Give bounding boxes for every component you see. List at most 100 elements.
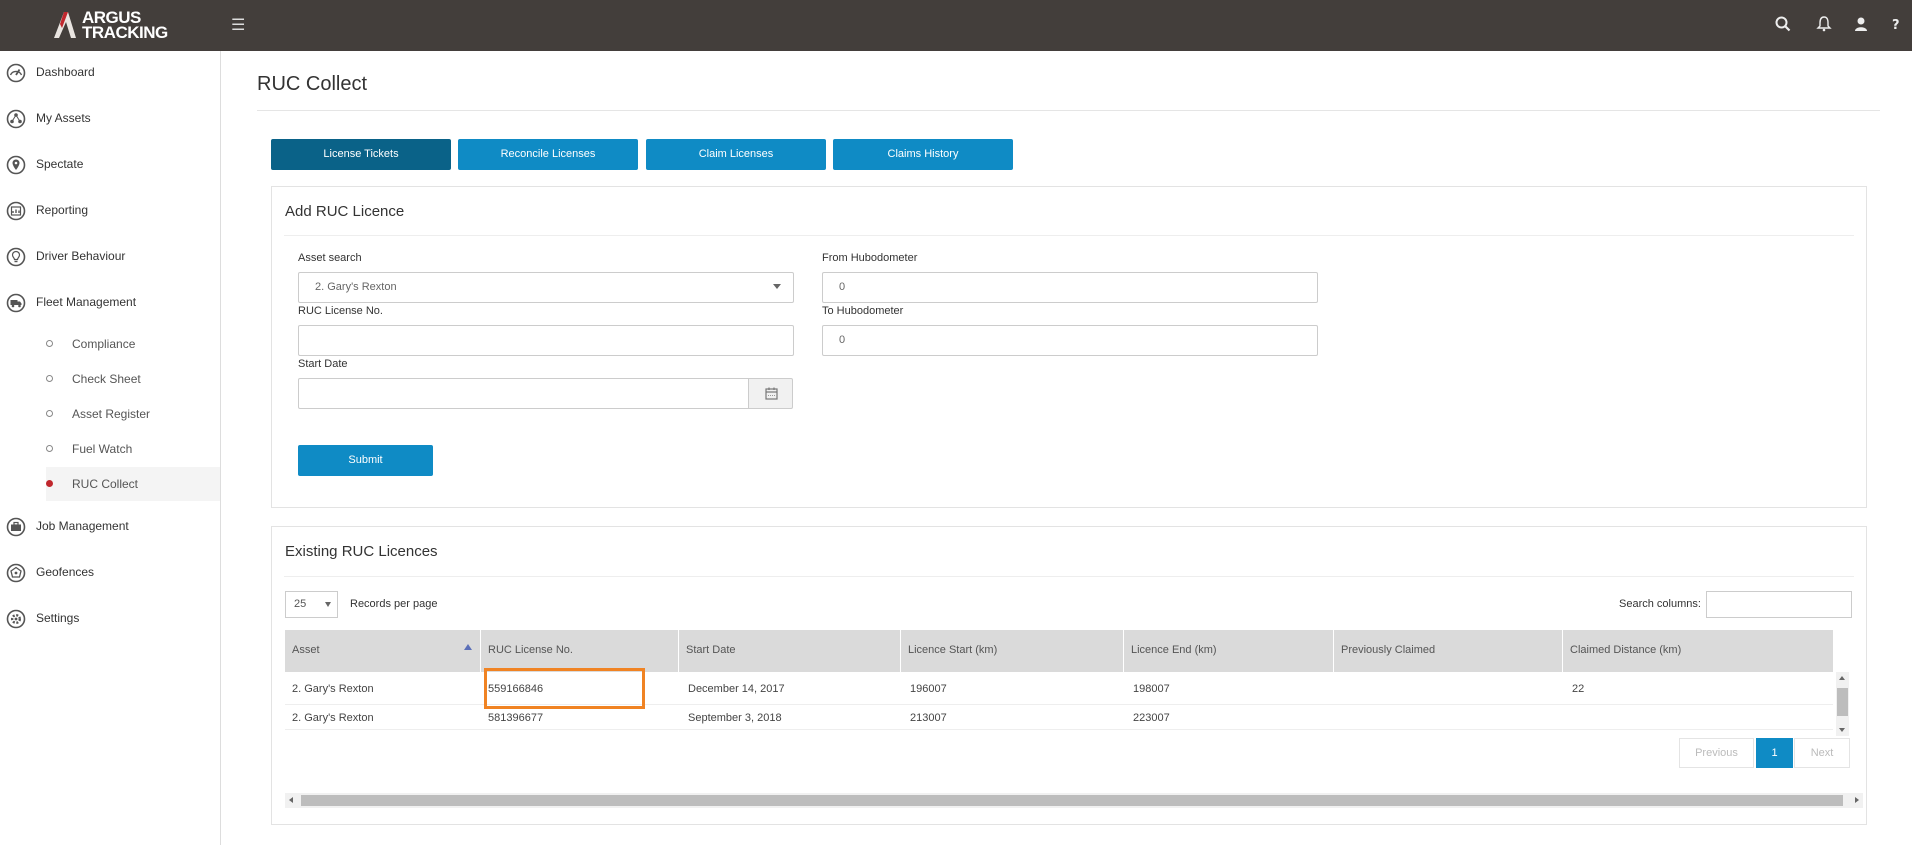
sidebar-item-label: My Assets (36, 111, 91, 125)
sidebar-item-fleet-management[interactable]: Fleet Management (0, 283, 220, 323)
to-hubodometer-input[interactable]: 0 (822, 325, 1318, 356)
sidebar-item-my-assets[interactable]: My Assets (0, 99, 220, 139)
records-per-page-select[interactable]: 25 (285, 591, 338, 618)
top-bar: ARGUS TRACKING ☰ ? (0, 0, 1912, 51)
column-header-claimed-distance[interactable]: Claimed Distance (km) (1563, 630, 1833, 672)
gear-icon (6, 609, 26, 629)
pagination-next-button[interactable]: Next (1794, 738, 1850, 768)
cell-ruc-license-no: 581396677 (488, 712, 544, 724)
cell-asset: 2. Gary's Rexton (292, 683, 374, 695)
asset-search-label: Asset search (298, 252, 362, 264)
column-header-asset[interactable]: Asset (285, 630, 481, 672)
column-header-ruc-license-no[interactable]: RUC License No. (481, 630, 679, 672)
calendar-button[interactable] (748, 378, 793, 409)
cell-licence-end: 198007 (1133, 683, 1170, 695)
bullet-icon (46, 445, 53, 452)
existing-ruc-licences-panel: Existing RUC Licences 25 Records per pag… (271, 526, 1867, 825)
user-icon[interactable] (1852, 15, 1870, 33)
sidebar-item-label: Spectate (36, 157, 84, 171)
scroll-right-icon (1855, 797, 1859, 803)
sidebar-item-label: Driver Behaviour (36, 249, 126, 263)
chevron-down-icon (773, 284, 781, 289)
sidebar-subitem-label: RUC Collect (72, 477, 139, 491)
sidebar-subitem-asset-register[interactable]: Asset Register (0, 397, 220, 431)
tab-claim-licenses[interactable]: Claim Licenses (646, 139, 826, 170)
table-row[interactable]: 2. Gary's Rexton 581396677 September 3, … (285, 706, 1833, 730)
vertical-scrollbar[interactable] (1836, 672, 1849, 736)
sidebar-item-label: Fleet Management (36, 295, 137, 309)
bell-icon[interactable] (1815, 15, 1833, 33)
ruc-license-label: RUC License No. (298, 305, 383, 317)
horizontal-scrollbar[interactable] (285, 793, 1863, 808)
briefcase-icon (6, 517, 26, 537)
search-columns-label: Search columns: (1619, 598, 1701, 610)
tab-reconcile-licenses[interactable]: Reconcile Licenses (458, 139, 638, 170)
start-date-input[interactable] (298, 378, 749, 409)
report-icon (6, 201, 26, 221)
submit-button[interactable]: Submit (298, 445, 433, 476)
sidebar-item-job-management[interactable]: Job Management (0, 507, 220, 547)
pagination-previous-button[interactable]: Previous (1679, 738, 1754, 768)
argus-logo-mark-icon (54, 12, 76, 38)
cell-asset: 2. Gary's Rexton (292, 712, 374, 724)
sidebar-item-spectate[interactable]: Spectate (0, 145, 220, 185)
from-hubodometer-input[interactable]: 0 (822, 272, 1318, 303)
lightbulb-icon (6, 247, 26, 267)
column-header-previously-claimed[interactable]: Previously Claimed (1334, 630, 1563, 672)
search-icon[interactable] (1774, 15, 1792, 33)
ruc-license-input[interactable] (298, 325, 794, 356)
sidebar-item-reporting[interactable]: Reporting (0, 191, 220, 231)
sidebar-item-label: Reporting (36, 203, 89, 217)
add-ruc-licence-panel: Add RUC Licence Asset search 2. Gary's R… (271, 186, 1867, 508)
sidebar-subitem-ruc-collect[interactable]: RUC Collect (46, 467, 220, 501)
column-header-licence-end[interactable]: Licence End (km) (1124, 630, 1334, 672)
start-date-label: Start Date (298, 358, 348, 370)
scrollbar-thumb[interactable] (1837, 688, 1848, 716)
scrollbar-thumb[interactable] (301, 795, 1843, 806)
sidebar: Dashboard My Assets Spectate Reporting D… (0, 51, 221, 845)
column-header-licence-start[interactable]: Licence Start (km) (901, 630, 1124, 672)
hamburger-menu-icon[interactable]: ☰ (231, 15, 245, 35)
to-hubodometer-label: To Hubodometer (822, 305, 904, 317)
cell-licence-start: 196007 (910, 683, 947, 695)
cell-claimed-distance: 22 (1572, 683, 1585, 695)
bullet-icon (46, 340, 53, 347)
table-header: Asset RUC License No. Start Date Licence… (285, 630, 1833, 672)
truck-icon (6, 293, 26, 313)
records-per-page-value: 25 (294, 598, 307, 610)
sidebar-item-driver-behaviour[interactable]: Driver Behaviour (0, 237, 220, 277)
sidebar-subitem-label: Fuel Watch (72, 442, 133, 456)
scroll-down-icon (1839, 728, 1845, 732)
cell-licence-start: 213007 (910, 712, 947, 724)
pagination-page-1[interactable]: 1 (1756, 738, 1793, 768)
tab-claims-history[interactable]: Claims History (833, 139, 1013, 170)
sidebar-item-settings[interactable]: Settings (0, 599, 220, 639)
sidebar-item-dashboard[interactable]: Dashboard (0, 53, 220, 93)
sidebar-subitem-fuel-watch[interactable]: Fuel Watch (0, 432, 220, 466)
cell-licence-end: 223007 (1133, 712, 1170, 724)
column-header-start-date[interactable]: Start Date (679, 630, 901, 672)
help-icon[interactable]: ? (1887, 15, 1905, 33)
scroll-up-icon (1839, 676, 1845, 680)
panel-title: Existing RUC Licences (285, 543, 438, 560)
brand-text: ARGUS TRACKING (82, 9, 168, 42)
column-header-label: Asset (292, 644, 320, 656)
cell-claimed-distance (1565, 706, 1572, 729)
asset-search-value: 2. Gary's Rexton (315, 281, 397, 293)
sidebar-subitem-check-sheet[interactable]: Check Sheet (0, 362, 220, 396)
brand-line-2: TRACKING (82, 23, 168, 42)
asset-search-select[interactable]: 2. Gary's Rexton (298, 272, 794, 303)
sidebar-item-geofences[interactable]: Geofences (0, 553, 220, 593)
cell-start-date: September 3, 2018 (688, 712, 782, 724)
from-hubodometer-label: From Hubodometer (822, 252, 918, 264)
sidebar-subitem-compliance[interactable]: Compliance (0, 327, 220, 361)
divider (284, 235, 1854, 236)
tab-license-tickets[interactable]: License Tickets (271, 139, 451, 170)
speedometer-icon (6, 63, 26, 83)
argus-tracking-logo[interactable]: ARGUS TRACKING (50, 8, 170, 42)
search-columns-input[interactable] (1706, 591, 1852, 618)
records-per-page-label: Records per page (350, 598, 438, 610)
divider (257, 110, 1880, 111)
sort-ascending-icon (464, 644, 472, 650)
active-bullet-icon (46, 480, 53, 487)
